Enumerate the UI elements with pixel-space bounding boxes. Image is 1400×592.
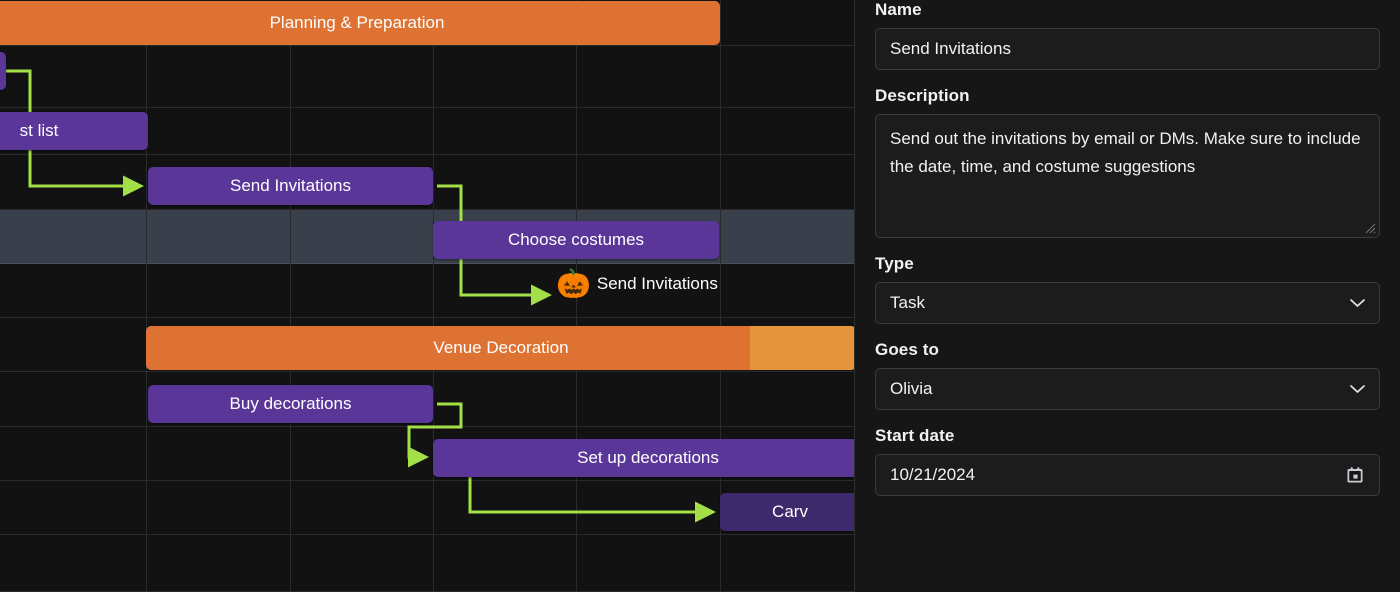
gantt-bar-send-invitations[interactable]: Send Invitations	[148, 167, 433, 205]
gantt-bar-carve[interactable]: Carv	[720, 493, 854, 531]
label-description: Description	[875, 86, 970, 105]
gantt-bar-label: Choose costumes	[507, 230, 645, 249]
goes-to-select-value: Olivia	[890, 379, 933, 398]
gantt-editor-app: Planning & Preparation st list Send Invita…	[0, 0, 1400, 592]
gantt-row[interactable]	[0, 264, 854, 318]
task-details-panel: Name Send Invitations Description Send o…	[854, 0, 1400, 592]
field-description: Description Send out the invitations by …	[875, 86, 1380, 238]
calendar-icon[interactable]	[1345, 465, 1365, 485]
milestone-label: Send Invitations	[596, 274, 718, 293]
gantt-bar-planning[interactable]: Planning & Preparation	[0, 1, 720, 45]
start-date-input[interactable]: 10/21/2024	[875, 454, 1380, 496]
gantt-bar-buy-decorations[interactable]: Buy decorations	[148, 385, 433, 423]
label-start-date: Start date	[875, 426, 955, 445]
type-select-value: Task	[890, 293, 925, 312]
gantt-bar-venue-decoration[interactable]: Venue Decoration	[146, 326, 854, 370]
gantt-chart[interactable]: Planning & Preparation st list Send Invita…	[0, 0, 854, 592]
gantt-bar-guest-list[interactable]: st list	[0, 112, 148, 150]
chevron-down-icon[interactable]	[1350, 299, 1365, 308]
label-name: Name	[875, 0, 922, 19]
milestone-send-invitations[interactable]: 🎃 Send Invitations	[556, 270, 718, 298]
gantt-bar-choose-costumes[interactable]: Choose costumes	[433, 221, 719, 259]
label-type: Type	[875, 254, 914, 273]
field-name: Name Send Invitations	[875, 0, 1380, 70]
type-select[interactable]: Task	[875, 282, 1380, 324]
gantt-row[interactable]	[0, 46, 854, 108]
chevron-down-icon[interactable]	[1350, 385, 1365, 394]
gantt-bar-label: Buy decorations	[229, 394, 352, 413]
description-textarea[interactable]: Send out the invitations by email or DMs…	[875, 114, 1380, 238]
gantt-bar-label: st list	[19, 121, 59, 140]
field-type: Type Task	[875, 254, 1380, 324]
pumpkin-icon: 🎃	[556, 268, 591, 299]
gantt-bar-partial-top[interactable]	[0, 52, 6, 90]
gantt-bar-label: Venue Decoration	[433, 338, 569, 357]
gantt-bar-label: Carv	[772, 502, 808, 521]
start-date-value: 10/21/2024	[890, 465, 976, 484]
gantt-bar-set-up-decorations[interactable]: Set up decorations	[433, 439, 854, 477]
name-input-value: Send Invitations	[890, 39, 1011, 58]
field-goes-to: Goes to Olivia	[875, 340, 1380, 410]
gantt-bar-label: Planning & Preparation	[269, 13, 445, 32]
goes-to-select[interactable]: Olivia	[875, 368, 1380, 410]
gantt-row[interactable]	[0, 210, 854, 264]
gantt-bar-progress	[750, 326, 854, 370]
label-goes-to: Goes to	[875, 340, 939, 359]
resize-grip-icon[interactable]	[1364, 222, 1376, 234]
field-start-date: Start date 10/21/2024	[875, 426, 1380, 496]
gantt-bar-label: Set up decorations	[577, 448, 719, 467]
gantt-row[interactable]	[0, 535, 854, 592]
gantt-bar-label: Send Invitations	[230, 176, 351, 195]
name-input[interactable]: Send Invitations	[875, 28, 1380, 70]
description-value: Send out the invitations by email or DMs…	[890, 129, 1361, 176]
